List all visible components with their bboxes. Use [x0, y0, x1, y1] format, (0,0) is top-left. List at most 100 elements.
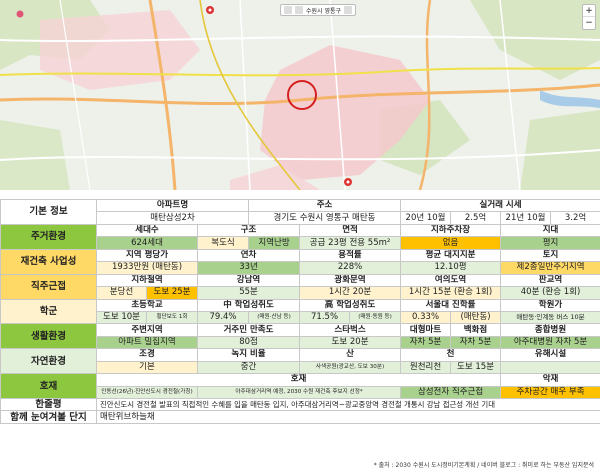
school-category: 학군 [0, 298, 97, 325]
life-header-5: 종합병원 [500, 323, 600, 337]
commute-header-0: 지하철역 [96, 273, 198, 288]
rebuild-header-2: 용적률 [299, 248, 402, 263]
map-zoom-control[interactable]: + − [582, 4, 596, 30]
life-header-2: 스타벅스 [299, 323, 402, 337]
together-row: 함께 눈여겨볼 단지 매탄위브하늘채 [0, 410, 600, 424]
map-canvas[interactable] [0, 0, 600, 190]
trade-header: 실거래 시세 [400, 198, 600, 213]
zoning-value: 제2종일반주거지역 [500, 261, 600, 275]
address-header: 주소 [248, 198, 402, 213]
middle-note: (매원·산남 등) [248, 310, 301, 325]
rebuild-header-4: 토지 [500, 248, 600, 263]
map-park-area [0, 120, 70, 190]
map-view[interactable]: 수원시 영통구 + − [0, 0, 600, 190]
map-toolbar[interactable]: 수원시 영통구 [280, 4, 357, 16]
mountain-value: 사색공원(광교산, 도보 30분) [299, 360, 402, 375]
households-header: 세대수 [96, 223, 198, 238]
benefit-item-2: 삼성전자 직주근접 [400, 385, 502, 400]
trade1-price: 2.5억 [450, 211, 502, 225]
search-icon[interactable] [344, 6, 353, 14]
negative-header: 악재 [500, 373, 600, 387]
starbucks-value: 도보 20분 [299, 335, 402, 350]
review-row: 한줄평 진안신도시 경전철 발표의 직접적인 수혜를 입을 매탄동 입지, 아주… [0, 397, 600, 412]
apt-name-value: 매탄삼성2차 [95, 211, 250, 225]
surrounding-value: 아파트 밀집지역 [96, 335, 198, 350]
hazard-value [500, 360, 600, 375]
structure-value: 복도식 [196, 236, 250, 250]
together-category: 함께 눈여겨볼 단지 [0, 410, 97, 424]
commute-header-row: 직주근접 지하철역 강남역 광화문역 여의도역 판교역 [0, 273, 600, 300]
structure-header: 구조 [196, 223, 301, 238]
living-header-row: 주거환경 세대수 구조 면적 지하주차장 지대 [0, 223, 600, 250]
school-header-2: 高 학업성취도 [299, 298, 402, 312]
far-value: 228% [299, 261, 402, 275]
life-header-row: 생활환경 주변지역 거주민 만족도 스타벅스 대형마트 백화점 종합병원 [0, 323, 600, 350]
apartment-info-table: 기본 정보 아파트명 주소 실거래 시세 매탄삼성2차 경기도 수원시 영통구 … [0, 198, 600, 424]
high-note: (매원·동원 등) [349, 310, 402, 325]
area-value: 공급 23평 전용 55m² [299, 236, 402, 250]
commute-header-2: 광화문역 [299, 273, 402, 288]
nature-header-4: 유해시설 [500, 348, 600, 362]
commute-header-3: 여의도역 [400, 273, 502, 288]
commute-header-1: 강남역 [196, 273, 301, 288]
nature-header-0: 조경 [96, 348, 198, 362]
rebuild-category: 재건축 사업성 [0, 248, 97, 275]
map-marker-icon[interactable] [16, 10, 24, 18]
review-text: 진안신도시 경전철 발표의 직접적인 수혜를 입을 매탄동 입지, 아주대삼거리… [95, 397, 600, 412]
parking-header: 지하주차장 [400, 223, 502, 238]
stream-value: 원천리천 [400, 360, 452, 375]
school-header-3: 서울대 진학률 [400, 298, 502, 312]
map-location-label: 수원시 영통구 [306, 7, 342, 15]
elementary-value: 도보 10분 [96, 310, 147, 325]
hospital-value: 아주대병원 자차 5분 [500, 335, 600, 350]
together-text: 매탄위브하늘채 [95, 410, 600, 424]
households-value: 624세대 [96, 236, 198, 250]
map-marker-icon[interactable] [344, 178, 352, 186]
parking-value: 없음 [400, 236, 502, 250]
life-header-4: 백화점 [450, 323, 502, 337]
benefit-header-row: 호재 호재 악재 [0, 373, 600, 399]
snu-value: 0.33% [400, 310, 452, 325]
basic-header-row: 기본 정보 아파트명 주소 실거래 시세 [0, 198, 600, 225]
review-category: 한줄평 [0, 397, 97, 412]
nature-header-2: 산 [299, 348, 402, 362]
life-header-3: 대형마트 [400, 323, 452, 337]
elementary-note: 횡단보도 1회 [146, 310, 198, 325]
life-header-0: 주변지역 [96, 323, 198, 337]
station-walk-value: 도보 25분 [146, 286, 198, 300]
satellite-icon[interactable] [295, 6, 303, 14]
dept-store-value: 자차 5분 [450, 335, 502, 350]
layer-icon[interactable] [284, 6, 292, 14]
school-header-0: 초등학교 [96, 298, 198, 312]
map-marker-icon[interactable] [206, 6, 214, 14]
landscape-value: 기본 [96, 360, 198, 375]
trade1-date: 20년 10월 [400, 211, 452, 225]
terrain-header: 지대 [500, 223, 600, 238]
mart-value: 자차 5분 [400, 335, 452, 350]
academy-value: 매탄동·인계동 버스 10분 [500, 310, 600, 325]
zoom-out-button[interactable]: − [583, 17, 595, 29]
land-share-value: 12.10평 [400, 261, 502, 275]
age-value: 33년 [196, 261, 301, 275]
stream-walk-value: 도보 15분 [450, 360, 502, 375]
yeouido-value: 1시간 15분 (환승 1회) [400, 286, 502, 300]
terrain-value: 평지 [500, 236, 600, 250]
station-line-value: 분당선 [96, 286, 147, 300]
nature-header-row: 자연환경 조경 녹지 비율 산 천 유해시설 [0, 348, 600, 375]
benefit-item-0: 인동선(26년)·진안신도시 경전철(가칭) [96, 385, 198, 400]
satisfaction-value: 80점 [196, 335, 301, 350]
source-footnote: * 출처 : 2030 수원시 도시정비기본계획 / 네이버 블로그 : 취미로… [373, 462, 594, 469]
negative-value: 주차공간 매우 부족 [500, 385, 600, 400]
commute-category: 직주근접 [0, 273, 97, 300]
heating-value: 지역난방 [248, 236, 301, 250]
benefit-category: 호재 [0, 373, 97, 399]
region-price-value: 1933만원 (매탄동) [96, 261, 198, 275]
high-value: 71.5% [299, 310, 351, 325]
zoom-in-button[interactable]: + [583, 5, 595, 17]
apt-name-header: 아파트명 [95, 198, 250, 213]
rebuild-header-1: 연차 [196, 248, 301, 263]
basic-category: 기본 정보 [0, 199, 97, 225]
gangnam-value: 55분 [196, 286, 301, 300]
school-header-row: 학군 초등학교 中 학업성취도 高 학업성취도 서울대 진학률 학원가 [0, 298, 600, 325]
life-header-1: 거주민 만족도 [196, 323, 301, 337]
